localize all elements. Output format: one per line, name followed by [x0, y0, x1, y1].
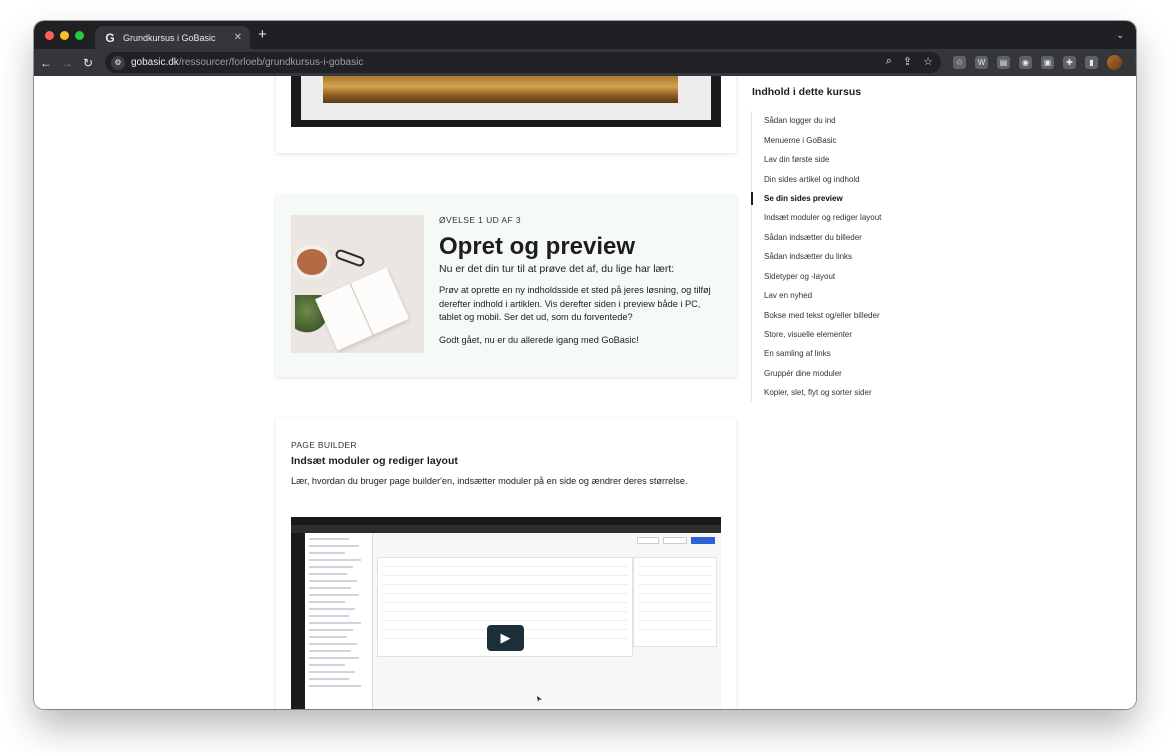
sidebar-item[interactable]: Sidetyper og -layout [752, 267, 941, 286]
share-icon[interactable]: ⇪ [903, 55, 912, 68]
sidebar-item[interactable]: Kopier, slet, flyt og sorter sider [752, 383, 941, 402]
extension-recycle-icon[interactable]: ♲ [953, 56, 966, 69]
sidebar-item[interactable]: Store, visuelle elementer [752, 325, 941, 344]
video-cms-main [373, 533, 721, 709]
forward-arrow-icon[interactable]: → [58, 56, 76, 70]
browser-toolbar: ← → ↻ ⚙ gobasic.dk/ressourcer/forloeb/gr… [34, 49, 1136, 76]
coffee-cup-illustration [297, 249, 327, 275]
sidebar-title: Indhold i dette kursus [752, 86, 862, 98]
sidebar-item[interactable]: Se din sides preview [751, 189, 941, 208]
video-screenshot [301, 76, 711, 120]
url-path: /ressourcer/forloeb/grundkursus-i-gobasi… [178, 57, 364, 68]
reload-icon[interactable]: ↻ [79, 56, 97, 70]
video-frame[interactable] [291, 76, 721, 127]
video-cms-module-panel [633, 557, 717, 647]
close-tab-icon[interactable]: ✕ [234, 32, 242, 43]
sidebar-item[interactable]: Lav en nyhed [752, 286, 941, 305]
site-favicon-icon: G [105, 30, 115, 45]
tab-strip: G Grundkursus i GoBasic ✕ + ⌄ [34, 21, 1136, 49]
exercise-card: ØVELSE 1 UD AF 3 Opret og preview Nu er … [276, 195, 736, 377]
page-content: ØVELSE 1 UD AF 3 Opret og preview Nu er … [34, 76, 1136, 709]
url-host: gobasic.dk [131, 57, 179, 68]
sidebar-item[interactable]: En samling af links [752, 344, 941, 363]
window-controls [45, 31, 84, 40]
glasses-illustration [334, 248, 366, 268]
bookmark-star-icon[interactable]: ☆ [923, 55, 933, 68]
address-bar[interactable]: ⚙ gobasic.dk/ressourcer/forloeb/grundkur… [105, 52, 941, 73]
sidebar-item[interactable]: Sådan indsætter du links [752, 247, 941, 266]
omnibox-actions: ⌕ ⇪ ☆ [886, 55, 933, 68]
play-icon[interactable]: ▶ [487, 625, 524, 651]
sidebar-item[interactable]: Sådan indsætter du billeder [752, 228, 941, 247]
landscape-image [323, 76, 678, 103]
sidebar-item[interactable]: Lav din første side [752, 150, 941, 169]
sidebar-item[interactable]: Menuerne i GoBasic [752, 130, 941, 149]
exercise-body: ØVELSE 1 UD AF 3 Opret og preview Nu er … [439, 215, 724, 347]
exercise-eyebrow: ØVELSE 1 UD AF 3 [439, 215, 521, 225]
close-window-button[interactable] [45, 31, 54, 40]
sidebar-nav: Sådan logger du ind Menuerne i GoBasic Lav… [751, 111, 941, 402]
section-label: PAGE BUILDER [291, 440, 357, 450]
section-title: Indsæt moduler og rediger layout [291, 455, 458, 467]
video-browser-urlbar [291, 525, 721, 533]
extension-globe-icon[interactable]: ◉ [1019, 56, 1032, 69]
extensions-puzzle-icon[interactable]: ✚ [1063, 56, 1076, 69]
video-cms-screenshot [291, 533, 721, 709]
video-cms-save-button [691, 537, 715, 544]
exercise-title: Opret og preview [439, 233, 636, 260]
url-text[interactable]: gobasic.dk/ressourcer/forloeb/grundkursu… [131, 57, 363, 68]
sidebar-item[interactable]: Sådan logger du ind [752, 111, 941, 130]
video-cms-tree [305, 533, 373, 709]
sidebar-item[interactable]: Gruppér dine moduler [752, 364, 941, 383]
extension-camera-icon[interactable]: ▣ [1041, 56, 1054, 69]
section-description: Lær, hvordan du bruger page builder'en, … [291, 476, 688, 486]
side-panel-icon[interactable]: ▮ [1085, 56, 1098, 69]
video-browser-tabbar [291, 517, 721, 525]
zoom-icon[interactable]: ⌕ [886, 55, 892, 68]
video-player[interactable]: ▶ [291, 517, 721, 709]
exercise-lead: Nu er det din tur til at prøve det af, d… [439, 263, 675, 275]
tab-search-chevron-icon[interactable]: ⌄ [1116, 30, 1124, 41]
site-info-icon[interactable]: ⚙ [111, 55, 125, 70]
profile-avatar[interactable] [1107, 55, 1122, 70]
open-book-illustration [314, 267, 410, 351]
minimize-window-button[interactable] [60, 31, 69, 40]
extension-note-icon[interactable]: ▤ [997, 56, 1010, 69]
browser-menu-icon[interactable]: ⋮ [1131, 56, 1136, 69]
previous-video-card [276, 76, 736, 153]
sidebar-item[interactable]: Din sides artikel og indhold [752, 169, 941, 188]
video-cms-button [637, 537, 659, 544]
page-builder-card: PAGE BUILDER Indsæt moduler og rediger l… [276, 418, 736, 709]
extension-w-icon[interactable]: W [975, 56, 988, 69]
back-arrow-icon[interactable]: ← [37, 56, 55, 70]
exercise-instructions: Prøv at oprette en ny indholdsside et st… [439, 285, 711, 322]
video-cms-rail [291, 533, 305, 709]
exercise-image [291, 215, 424, 353]
video-cms-button [663, 537, 687, 544]
browser-tab[interactable]: G Grundkursus i GoBasic ✕ [95, 26, 250, 49]
sidebar-item[interactable]: Indsæt moduler og rediger layout [752, 208, 941, 227]
new-tab-icon[interactable]: + [258, 27, 267, 42]
sidebar-item[interactable]: Bokse med tekst og/eller billeder [752, 305, 941, 324]
tab-title: Grundkursus i GoBasic [123, 32, 216, 43]
maximize-window-button[interactable] [75, 31, 84, 40]
extensions-area: ♲ W ▤ ◉ ▣ ✚ ▮ ⋮ [953, 55, 1136, 70]
exercise-closing: Godt gået, nu er du allerede igang med G… [439, 334, 639, 345]
browser-window: G Grundkursus i GoBasic ✕ + ⌄ ← → ↻ ⚙ go… [34, 21, 1136, 709]
